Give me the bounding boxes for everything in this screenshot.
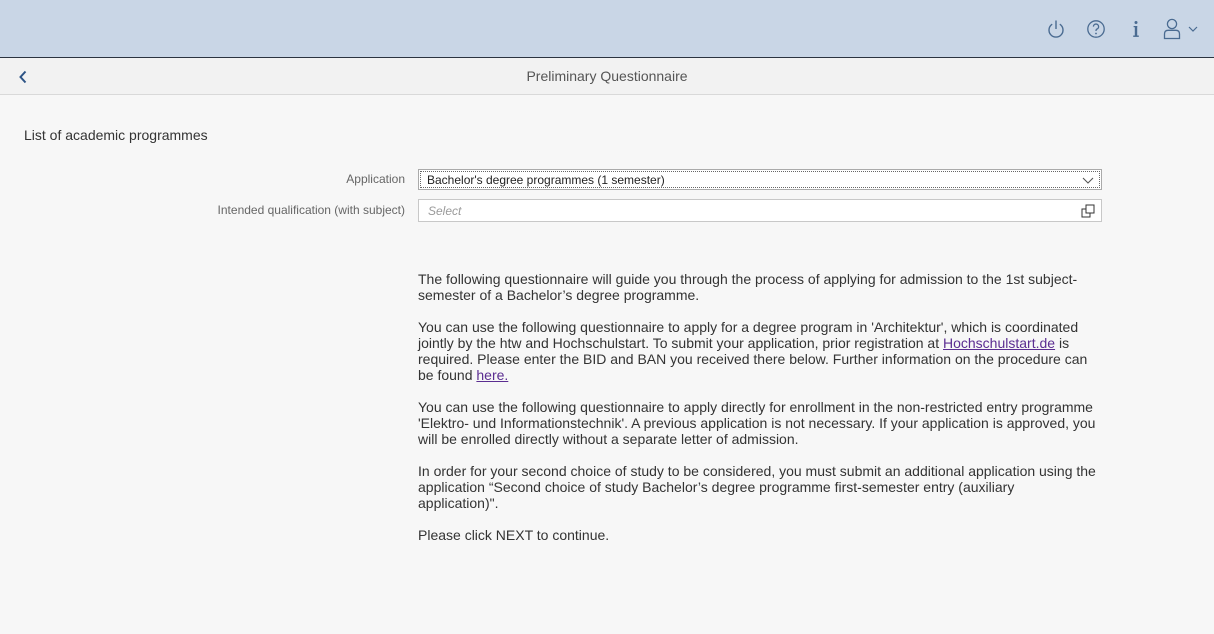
value-help-icon[interactable] <box>1081 204 1095 218</box>
qualification-placeholder: Select <box>428 204 462 218</box>
instructions-text: The following questionnaire will guide y… <box>418 271 1098 559</box>
paragraph-architektur: You can use the following questionnaire … <box>418 319 1088 383</box>
paragraph-intro: The following questionnaire will guide y… <box>418 271 1078 303</box>
page-title: Preliminary Questionnaire <box>526 68 688 84</box>
paragraph-elektro: You can use the following questionnaire … <box>418 399 1096 447</box>
chevron-down-icon <box>1188 26 1198 32</box>
power-icon <box>1048 20 1064 38</box>
help-icon <box>1087 20 1105 38</box>
info-icon <box>1133 21 1139 37</box>
qualification-input[interactable]: Select <box>418 199 1102 222</box>
page-header: Preliminary Questionnaire <box>0 58 1214 95</box>
application-label: Application <box>346 172 405 186</box>
user-icon <box>1163 18 1181 40</box>
paragraph-second-choice: In order for your second choice of study… <box>418 463 1096 511</box>
user-menu-button[interactable] <box>1156 9 1206 49</box>
hochschulstart-link[interactable]: Hochschulstart.de <box>943 335 1055 351</box>
qualification-label: Intended qualification (with subject) <box>217 203 405 217</box>
chevron-down-icon <box>1082 177 1094 184</box>
shell-actions <box>1036 0 1206 58</box>
application-select[interactable]: Bachelor's degree programmes (1 semester… <box>418 169 1102 190</box>
application-selected-value: Bachelor's degree programmes (1 semester… <box>427 173 665 187</box>
section-title: List of academic programmes <box>24 127 208 143</box>
info-button[interactable] <box>1116 9 1156 49</box>
logoff-button[interactable] <box>1036 9 1076 49</box>
paragraph-next: Please click NEXT to continue. <box>418 527 610 543</box>
procedure-here-link[interactable]: here. <box>476 367 508 383</box>
help-button[interactable] <box>1076 9 1116 49</box>
shell-bar <box>0 0 1214 58</box>
